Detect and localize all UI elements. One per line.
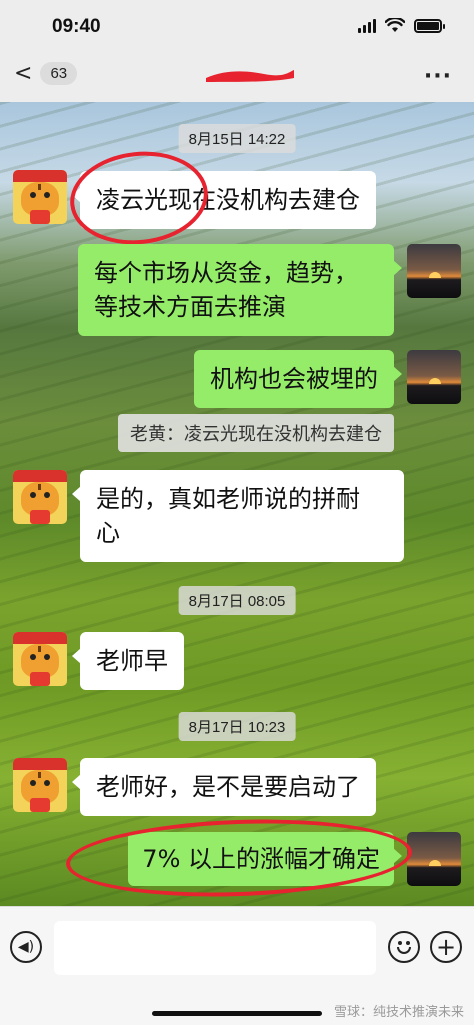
status-time: 09:40	[52, 16, 101, 37]
back-button[interactable]: < 63	[14, 60, 78, 86]
top-bar: 09:40 < 63 ···	[0, 0, 474, 102]
unread-count-badge: 63	[40, 62, 78, 85]
message-bubble-incoming[interactable]: 凌云光现在没机构去建仓	[72, 171, 376, 229]
chevron-left-icon: <	[14, 60, 33, 86]
message-bubble-outgoing[interactable]: 每个市场从资金，趋势， 等技术方面去推演	[78, 244, 402, 336]
chat-area[interactable]: 8月15日 14:22 凌云光现在没机构去建仓 每个市场从资金，趋势， 等技术方…	[0, 102, 474, 906]
chat-title-redaction	[206, 70, 294, 82]
home-indicator	[152, 1011, 322, 1016]
timestamp-chip: 8月15日 14:22	[178, 124, 296, 153]
message-bubble-incoming[interactable]: 是的，真如老师说的拼耐 心	[72, 470, 404, 562]
self-avatar[interactable]	[407, 350, 461, 404]
voice-icon: ◀)	[17, 939, 35, 955]
emoji-button[interactable]	[388, 931, 420, 963]
message-input[interactable]	[54, 921, 376, 975]
message-bubble-outgoing[interactable]: 7% 以上的涨幅才确定	[128, 832, 402, 886]
contact-avatar[interactable]	[13, 758, 67, 812]
more-actions-button[interactable]: +	[430, 931, 462, 963]
input-bar: ◀) + 雪球：纯技术推演未来	[0, 906, 474, 1025]
timestamp-chip: 8月17日 08:05	[178, 586, 296, 615]
battery-icon	[414, 18, 445, 33]
self-avatar[interactable]	[407, 244, 461, 298]
contact-avatar[interactable]	[13, 632, 67, 686]
signal-icon	[358, 18, 376, 33]
quoted-message[interactable]: 老黄：凌云光现在没机构去建仓	[118, 414, 394, 452]
message-bubble-incoming[interactable]: 老师好，是不是要启动了	[72, 758, 376, 816]
wifi-icon	[385, 18, 405, 32]
more-options-button[interactable]: ···	[424, 64, 452, 89]
timestamp-chip: 8月17日 10:23	[178, 712, 296, 741]
self-avatar[interactable]	[407, 832, 461, 886]
contact-avatar[interactable]	[13, 170, 67, 224]
message-bubble-incoming[interactable]: 老师早	[72, 632, 184, 690]
voice-input-button[interactable]: ◀)	[10, 931, 42, 963]
message-bubble-outgoing[interactable]: 机构也会被埋的	[194, 350, 402, 408]
watermark-text: 雪球：纯技术推演未来	[333, 1005, 464, 1020]
contact-avatar[interactable]	[13, 470, 67, 524]
status-icons	[358, 18, 445, 33]
